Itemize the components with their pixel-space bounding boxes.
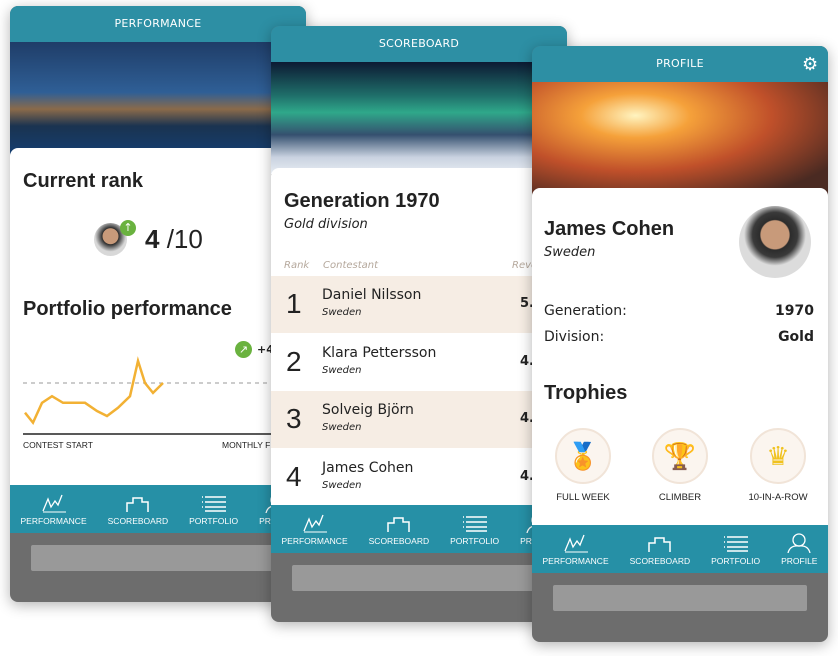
- header-image-pier: [10, 42, 306, 154]
- nav-item-performance[interactable]: PERFORMANCE: [21, 493, 87, 526]
- input-bar[interactable]: [31, 545, 285, 571]
- performance-icon: [302, 514, 327, 533]
- screen-title: PROFILE: [532, 46, 828, 82]
- contestant-name: Daniel Nilsson: [322, 287, 422, 303]
- profile-card: James Cohen Sweden Generation: 1970 Divis…: [532, 188, 828, 526]
- nav-item-performance[interactable]: PERFORMANCE: [543, 533, 609, 566]
- x-label-start: CONTEST START: [23, 440, 93, 450]
- contestant-name: Klara Pettersson: [322, 344, 437, 361]
- table-row[interactable]: 3 Solveig Björn Sweden 4.: [271, 391, 567, 448]
- profile-icon: [787, 533, 811, 553]
- trophy-label: FULL WEEK: [556, 492, 610, 503]
- contestant-country: Sweden: [322, 364, 362, 376]
- bottom-nav: PERFORMANCE SCOREBOARD PORTFOLIO PROFILE: [532, 525, 828, 573]
- list-icon: [723, 536, 748, 552]
- profile-name: James Cohen: [544, 218, 675, 240]
- x-label-end: MONTHLY F: [222, 440, 271, 450]
- nav-label: PORTFOLIO: [450, 536, 500, 546]
- performance-icon: [41, 494, 66, 513]
- nav-label: PERFORMANCE: [542, 556, 609, 566]
- nav-label: SCOREBOARD: [368, 536, 430, 546]
- settings-gear-icon[interactable]: ⚙: [802, 54, 818, 75]
- screen-title: SCOREBOARD: [271, 26, 567, 62]
- trophy-label: 10-IN-A-ROW: [748, 492, 808, 503]
- input-bar[interactable]: [292, 565, 546, 591]
- medal-icon: 🏅: [555, 428, 611, 484]
- generation-heading: Generation 1970: [284, 190, 440, 212]
- trophy-cup-icon: 🏆: [652, 428, 708, 484]
- table-row[interactable]: 1 Daniel Nilsson Sweden 5.: [271, 276, 567, 333]
- profile-country: Sweden: [544, 245, 596, 260]
- scoreboard-card: Generation 1970 Gold division Rank Conte…: [271, 168, 567, 506]
- col-contestant: Contestant: [323, 260, 379, 271]
- trophy-full-week[interactable]: 🏅 FULL WEEK: [538, 428, 628, 503]
- generation-row: Generation: 1970: [544, 303, 814, 319]
- list-icon: [462, 516, 487, 532]
- contestant-name: James Cohen: [322, 459, 414, 476]
- nav-label: PROFILE: [781, 556, 818, 566]
- scoreboard-screen: SCOREBOARD Generation 1970 Gold division…: [271, 26, 567, 622]
- nav-label: SCOREBOARD: [629, 556, 691, 566]
- nav-label: PORTFOLIO: [711, 556, 761, 566]
- rank: 4: [286, 460, 302, 492]
- contestant-name: Solveig Björn: [322, 402, 414, 418]
- generation-value: 1970: [775, 303, 814, 319]
- division-value: Gold: [778, 329, 814, 345]
- portfolio-heading: Portfolio performance: [23, 298, 232, 320]
- col-rank: Rank: [284, 260, 310, 271]
- nav-item-portfolio[interactable]: PORTFOLIO: [450, 513, 499, 546]
- contestant-country: Sweden: [322, 422, 362, 433]
- podium-icon: [126, 497, 149, 512]
- performance-icon: [563, 534, 588, 553]
- header-image-sunset: [532, 82, 828, 194]
- list-icon: [201, 496, 226, 512]
- nav-item-profile[interactable]: PROFILE: [781, 533, 817, 566]
- rank: 1: [286, 288, 302, 319]
- nav-item-portfolio[interactable]: PORTFOLIO: [189, 493, 238, 526]
- performance-line: [24, 356, 164, 425]
- division-row: Division: Gold: [544, 329, 814, 345]
- trophy-climber[interactable]: 🏆 CLIMBER: [635, 428, 725, 503]
- rank: 3: [286, 403, 302, 434]
- generation-label: Generation:: [544, 303, 627, 319]
- rank-up-icon: ↑: [120, 220, 136, 236]
- division-label: Division:: [544, 329, 605, 345]
- performance-screen: PERFORMANCE Current rank ↑ 4 /10 Portfol…: [10, 6, 306, 602]
- nav-label: SCOREBOARD: [107, 516, 169, 526]
- trophy-10-in-a-row[interactable]: ♛ 10-IN-A-ROW: [733, 428, 823, 503]
- performance-card: Current rank ↑ 4 /10 Portfolio performan…: [10, 148, 306, 486]
- current-rank-heading: Current rank: [23, 170, 144, 192]
- profile-screen: PROFILE ⚙ James Cohen Sweden Generation:…: [532, 46, 828, 642]
- trophies-heading: Trophies: [544, 382, 628, 404]
- bottom-nav: PERFORMANCESCOREBOARDPORTFOLIOPROFILE: [271, 505, 567, 553]
- nav-item-portfolio[interactable]: PORTFOLIO: [711, 533, 760, 566]
- nav-label: PORTFOLIO: [189, 516, 239, 526]
- contestant-country: Sweden: [322, 479, 362, 491]
- header-image-aurora: [271, 62, 567, 174]
- nav-label: PERFORMANCE: [281, 536, 348, 546]
- nav-item-performance[interactable]: PERFORMANCE: [282, 513, 348, 546]
- nav-item-scoreboard[interactable]: SCOREBOARD: [369, 513, 429, 546]
- division-subtitle: Gold division: [284, 217, 368, 232]
- podium-icon: [648, 537, 671, 552]
- screen-title: PERFORMANCE: [10, 6, 306, 42]
- trophy-label: CLIMBER: [658, 492, 702, 503]
- crown-icon: ♛: [750, 428, 806, 484]
- rank-value: 4 /10: [145, 224, 203, 254]
- nav-item-scoreboard[interactable]: SCOREBOARD: [108, 493, 168, 526]
- profile-avatar: [739, 206, 811, 278]
- table-row[interactable]: 4 James Cohen Sweden 4.: [271, 449, 567, 506]
- table-row[interactable]: 2 Klara Pettersson Sweden 4.: [271, 334, 567, 391]
- bottom-nav: PERFORMANCESCOREBOARDPORTFOLIOPROFILE: [10, 485, 306, 533]
- rank: 2: [286, 345, 302, 377]
- podium-icon: [387, 517, 410, 532]
- contestant-country: Sweden: [322, 307, 362, 318]
- input-bar[interactable]: [553, 585, 807, 611]
- nav-item-scoreboard[interactable]: SCOREBOARD: [630, 533, 690, 566]
- nav-label: PERFORMANCE: [20, 516, 87, 526]
